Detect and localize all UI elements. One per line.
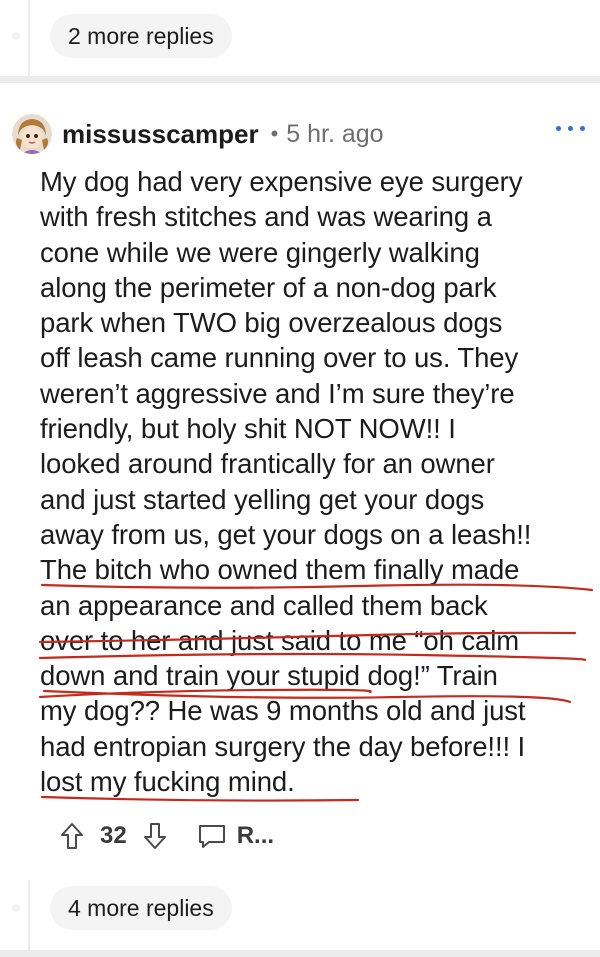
upvote-icon[interactable] bbox=[60, 822, 84, 850]
separator-dot: • bbox=[270, 121, 279, 146]
comment-line: The bitch who owned them finally made bbox=[40, 554, 520, 586]
comment-icon[interactable] bbox=[197, 823, 227, 849]
comment-line: my dog?? He was 9 months old and just bbox=[40, 695, 526, 727]
more-replies-button-bottom[interactable]: 4 more replies bbox=[50, 886, 232, 930]
comment-line: had entropian surgery the day before!!! … bbox=[40, 730, 526, 762]
comment-line: an appearance and called them back bbox=[40, 589, 488, 621]
avatar[interactable] bbox=[12, 114, 52, 154]
thread-line-top bbox=[28, 0, 30, 76]
more-replies-button-top[interactable]: 2 more replies bbox=[50, 14, 232, 58]
timestamp: 5 hr. ago bbox=[286, 119, 384, 148]
comment-body: My dog had very expensive eye surgery wi… bbox=[40, 164, 580, 799]
vote-count: 32 bbox=[100, 822, 127, 849]
comment-line: friendly, but holy shit NOT NOW!! I bbox=[40, 413, 456, 445]
comment-line: park when TWO big overzealous dogs bbox=[40, 307, 503, 339]
comment-line: along the perimeter of a non-dog park bbox=[40, 271, 497, 303]
username[interactable]: missusscamper bbox=[62, 119, 259, 150]
collapse-dot-top[interactable] bbox=[12, 32, 20, 40]
comment-line: and just started yelling get your dogs bbox=[40, 483, 485, 515]
downvote-icon[interactable] bbox=[143, 822, 167, 850]
thread-line-bottom bbox=[28, 880, 30, 950]
more-options-icon[interactable] bbox=[556, 120, 586, 136]
comment-line: cone while we were gingerly walking bbox=[40, 236, 480, 268]
divider-bottom bbox=[0, 950, 600, 957]
comment-line: My dog had very expensive eye surgery bbox=[40, 166, 523, 197]
reply-button[interactable]: R... bbox=[237, 822, 274, 850]
comment-line: down and train your stupid dog!” Train bbox=[40, 660, 498, 692]
comment-header: missusscamper • 5 hr. ago bbox=[12, 112, 600, 156]
comment-line: looked around frantically for an owner bbox=[40, 448, 495, 480]
collapse-dot-bottom[interactable] bbox=[12, 904, 20, 912]
comment-line: with fresh stitches and was wearing a bbox=[40, 201, 492, 233]
divider-top bbox=[0, 76, 600, 83]
action-bar: 32 R... bbox=[60, 816, 274, 856]
comment-line: weren’t aggressive and I’m sure they’re bbox=[40, 377, 515, 409]
comment-line: off leash came running over to us. They bbox=[40, 342, 519, 374]
comment-line: lost my fucking mind. bbox=[40, 766, 295, 798]
comment-line: away from us, get your dogs on a leash!! bbox=[40, 518, 532, 550]
comment-line: over to her and just said to me “oh calm bbox=[40, 624, 520, 656]
